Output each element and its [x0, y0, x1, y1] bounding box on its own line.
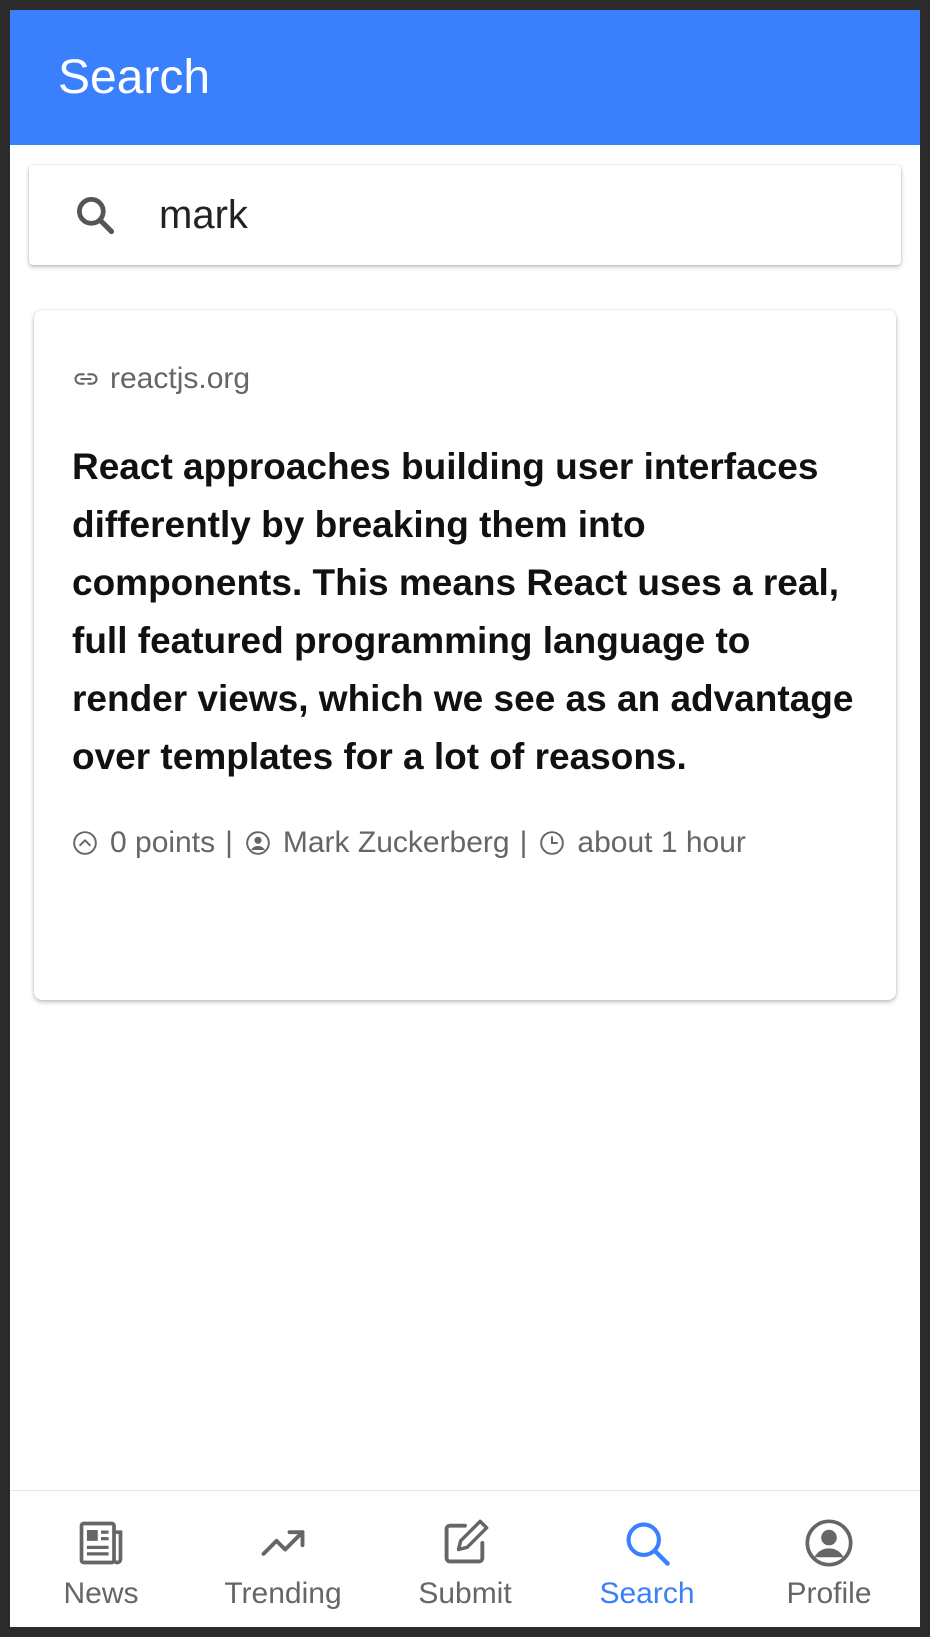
search-input[interactable] [159, 192, 839, 238]
nav-item-trending[interactable]: Trending [192, 1491, 374, 1627]
result-title[interactable]: React approaches building user interface… [72, 438, 858, 786]
upvote-icon[interactable] [72, 829, 100, 857]
meta-separator: | [519, 826, 528, 859]
points-text: 0 points [110, 826, 216, 859]
nav-label: Submit [418, 1577, 512, 1610]
profile-icon [801, 1515, 857, 1571]
source-row: reactjs.org [72, 362, 858, 396]
nav-item-search[interactable]: Search [556, 1491, 738, 1627]
clock-icon [539, 829, 567, 857]
news-icon [73, 1515, 129, 1571]
source-domain[interactable]: reactjs.org [110, 362, 250, 396]
bottom-navigation: News Trending Submit Search Profile [10, 1490, 920, 1627]
nav-label: Profile [786, 1577, 872, 1610]
search-icon [619, 1515, 675, 1571]
trending-icon [255, 1515, 311, 1571]
meta-row: 0 points | Mark Zuckerberg | about 1 hou… [72, 826, 858, 860]
result-card[interactable]: reactjs.org React approaches building us… [34, 310, 896, 1000]
time-text: about 1 hour [577, 826, 746, 859]
app-bar: Search [10, 10, 920, 145]
meta-separator: | [225, 826, 233, 859]
nav-label: News [63, 1577, 139, 1610]
nav-item-submit[interactable]: Submit [374, 1491, 556, 1627]
search-icon[interactable] [71, 191, 119, 239]
link-icon [72, 365, 100, 393]
nav-label: Search [599, 1577, 695, 1610]
submit-icon [437, 1515, 493, 1571]
search-bar[interactable] [29, 165, 901, 265]
nav-item-news[interactable]: News [10, 1491, 192, 1627]
author-name[interactable]: Mark Zuckerberg [283, 826, 510, 860]
nav-item-profile[interactable]: Profile [738, 1491, 920, 1627]
user-icon [245, 829, 273, 857]
app-screen: Search reactjs.org React approaches buil… [10, 10, 920, 1627]
page-title: Search [58, 51, 211, 104]
nav-label: Trending [224, 1577, 342, 1610]
